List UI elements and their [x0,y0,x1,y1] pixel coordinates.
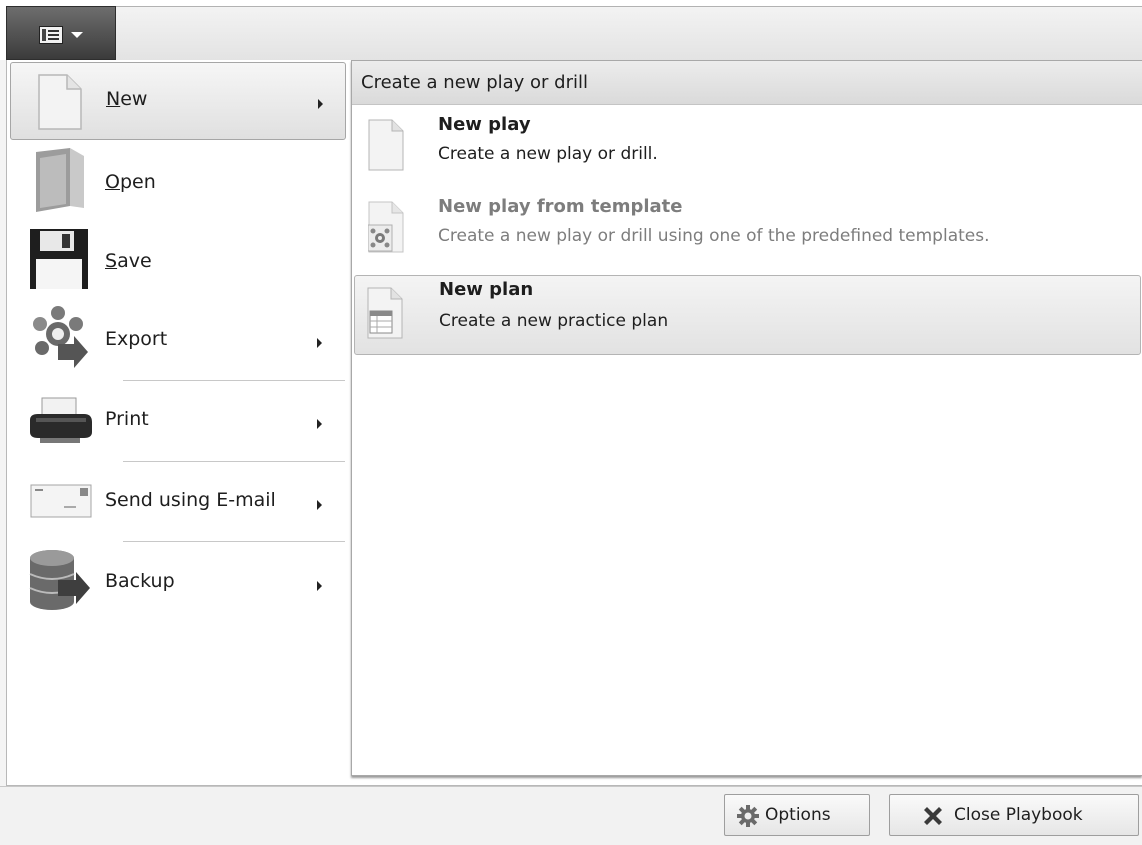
submenu-arrow-icon [318,99,323,109]
folder-icon [36,148,84,212]
options-button[interactable]: Options [724,794,870,836]
nav-item-save[interactable]: Save [10,222,346,300]
nav-item-backup[interactable]: Backup [10,542,346,620]
submenu-item-title: New plan [439,279,534,300]
application-menu-button[interactable] [6,6,116,60]
nav-item-print[interactable]: Print [10,382,346,460]
envelope-icon [30,484,92,518]
submenu-item-new-play-from-template: New play from template Create a new play… [354,191,1141,271]
document-list-icon [39,26,63,44]
export-icon [33,306,88,368]
ribbon-strip [6,6,1142,60]
submenu-item-title: New play from template [438,196,683,217]
submenu-item-new-plan[interactable]: New plan Create a new practice plan [354,275,1141,355]
options-button-label: Options [765,805,831,825]
submenu-item-description: Create a new practice plan [439,311,669,331]
nav-item-label: Send using E-mail [105,489,276,511]
submenu-item-description: Create a new play or drill using one of … [438,226,990,246]
application-menu-footer: Options Close Playbook [0,786,1142,845]
close-playbook-button-label: Close Playbook [954,805,1083,825]
new-document-icon [368,119,404,171]
submenu-arrow-icon [317,338,322,348]
new-submenu-panel: Create a new play or drill New play Crea… [351,60,1142,776]
nav-item-label: Export [105,328,168,350]
close-playbook-button[interactable]: Close Playbook [889,794,1139,836]
nav-item-export[interactable]: Export [10,300,346,378]
submenu-header: Create a new play or drill [352,61,1142,105]
close-x-icon [924,807,942,825]
plan-document-icon [367,287,403,339]
printer-icon [30,397,92,443]
floppy-disk-icon [30,229,88,289]
submenu-item-new-play[interactable]: New play Create a new play or drill. [354,109,1141,189]
nav-item-new[interactable]: New [10,62,346,140]
submenu-item-description: Create a new play or drill. [438,144,658,164]
nav-item-send-email[interactable]: Send using E-mail [10,462,346,540]
template-document-icon [368,201,404,253]
chevron-down-icon [71,32,83,38]
submenu-arrow-icon [317,500,322,510]
database-backup-icon [29,550,90,610]
nav-item-label: Backup [105,570,175,592]
gear-icon [737,805,759,827]
nav-item-open[interactable]: Open [10,144,346,222]
submenu-arrow-icon [317,581,322,591]
nav-item-label: Save [105,250,152,272]
submenu-item-title: New play [438,114,531,135]
separator [123,380,345,381]
submenu-arrow-icon [317,419,322,429]
new-document-icon [38,74,82,130]
nav-item-label: New [106,88,148,110]
nav-item-label: Print [105,408,149,430]
nav-item-label: Open [105,171,156,193]
submenu-header-text: Create a new play or drill [361,72,589,93]
